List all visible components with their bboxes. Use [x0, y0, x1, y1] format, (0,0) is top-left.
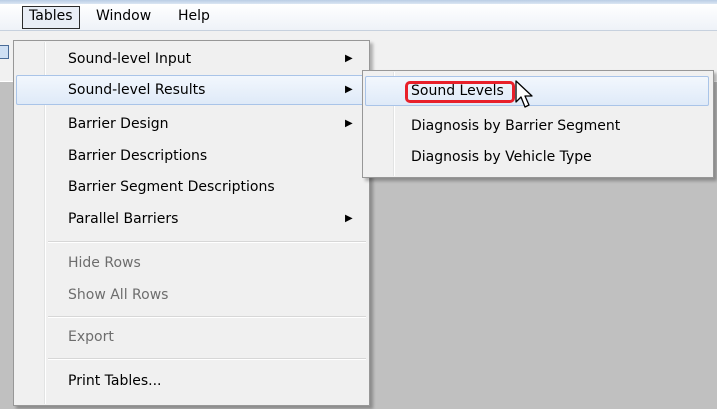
menu-separator: [48, 241, 366, 243]
menu-item-label: Barrier Design: [68, 116, 169, 132]
menu-item-sound-level-results[interactable]: Sound-level Results ▶: [16, 75, 365, 105]
submenu-arrow-icon: ▶: [345, 84, 353, 95]
menu-help[interactable]: Help: [172, 6, 216, 27]
menu-item-label: Show All Rows: [68, 287, 169, 303]
submenu-item-diagnosis-by-barrier-segment[interactable]: Diagnosis by Barrier Segment: [365, 111, 709, 141]
tables-dropdown-menu: Sound-level Input ▶ Sound-level Results …: [13, 40, 370, 406]
submenu-item-diagnosis-by-vehicle-type[interactable]: Diagnosis by Vehicle Type: [365, 142, 709, 172]
menu-item-hide-rows: Hide Rows: [16, 248, 365, 278]
submenu-arrow-icon: ▶: [345, 53, 353, 64]
menu-item-barrier-descriptions[interactable]: Barrier Descriptions: [16, 141, 365, 171]
submenu-item-sound-levels[interactable]: Sound Levels: [365, 76, 709, 106]
menu-item-label: Barrier Descriptions: [68, 148, 208, 164]
menu-item-sound-level-input[interactable]: Sound-level Input ▶: [16, 44, 365, 74]
menu-separator: [48, 316, 366, 318]
menu-item-show-all-rows: Show All Rows: [16, 280, 365, 310]
submenu-item-label: Diagnosis by Barrier Segment: [411, 118, 621, 134]
menu-separator: [48, 358, 366, 360]
submenu-arrow-icon: ▶: [345, 213, 353, 224]
submenu-arrow-icon: ▶: [345, 118, 353, 129]
menu-item-label: Sound-level Results: [68, 82, 206, 98]
menu-item-barrier-segment-descriptions[interactable]: Barrier Segment Descriptions: [16, 172, 365, 202]
mouse-pointer-icon: [515, 80, 533, 108]
menu-window[interactable]: Window: [90, 6, 157, 27]
submenu-item-label: Sound Levels: [411, 83, 504, 99]
menu-item-label: Print Tables...: [68, 373, 162, 389]
menu-item-print-tables[interactable]: Print Tables...: [16, 366, 365, 396]
menu-item-parallel-barriers[interactable]: Parallel Barriers ▶: [16, 204, 365, 234]
menu-item-label: Sound-level Input: [68, 51, 192, 67]
menu-item-label: Hide Rows: [68, 255, 141, 271]
sound-level-results-submenu: Sound Levels Diagnosis by Barrier Segmen…: [362, 70, 714, 178]
menu-item-label: Parallel Barriers: [68, 211, 179, 227]
menu-item-label: Export: [68, 329, 114, 345]
menu-item-label: Barrier Segment Descriptions: [68, 179, 275, 195]
menu-item-export: Export: [16, 322, 365, 352]
menu-bar: Tables Window Help: [0, 4, 717, 31]
submenu-item-label: Diagnosis by Vehicle Type: [411, 149, 592, 165]
menu-item-barrier-design[interactable]: Barrier Design ▶: [16, 109, 365, 139]
menu-tables[interactable]: Tables: [22, 6, 80, 29]
toolbar-icon[interactable]: [0, 45, 9, 59]
